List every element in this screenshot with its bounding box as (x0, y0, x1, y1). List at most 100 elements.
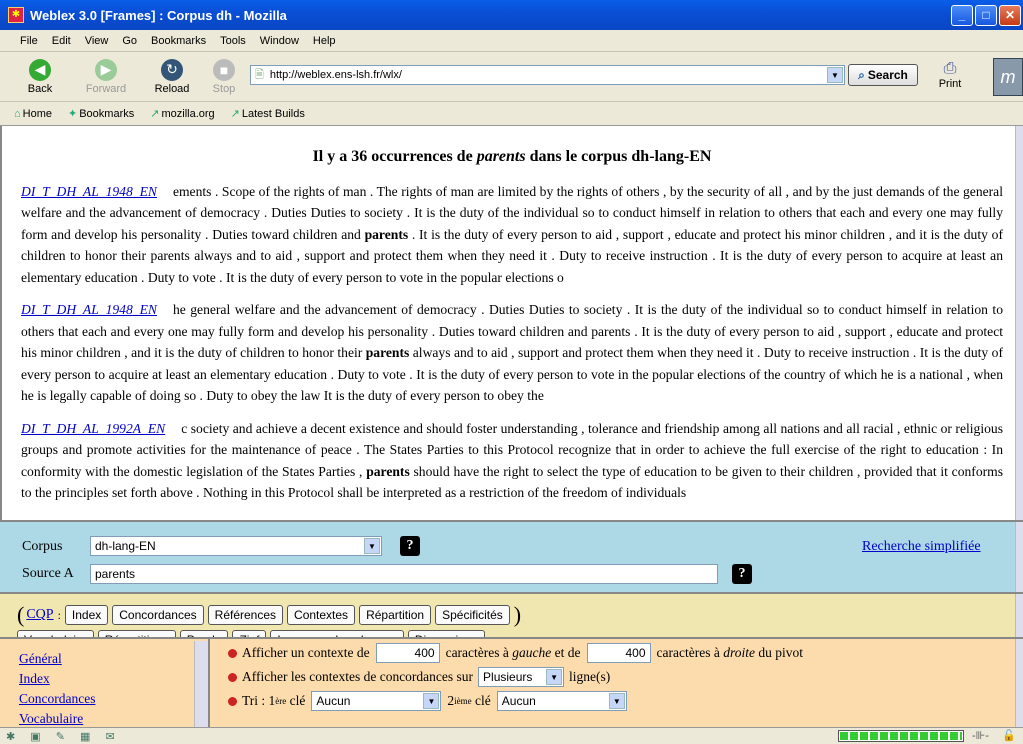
loading-progress-bar (838, 730, 964, 742)
open-paren: ( (17, 602, 25, 627)
mozilla-app-icon: ✱ (8, 7, 24, 23)
bullet-icon (228, 696, 237, 706)
connection-icon: -⊪- (972, 730, 989, 742)
status-bar: ✱ ▣ ✎ ▦ ✉ -⊪- 🔓 (0, 727, 1023, 744)
menu-bookmarks[interactable]: Bookmarks (151, 35, 206, 47)
forward-arrow-icon: ▶ (95, 58, 117, 81)
simple-search-link[interactable]: Recherche simplifiée (862, 539, 981, 555)
sort-option: Tri : 1 ère clé Aucun ▼ 2 ième clé Aucun ▼ (228, 691, 633, 711)
bookmarks-icon: ✦ (68, 108, 78, 120)
nav-index[interactable]: Index (19, 669, 208, 689)
bookmark-mozilla[interactable]: ↗ mozilla.org (150, 107, 222, 120)
results-heading: Il y a 36 occurrences de parents dans le… (312, 148, 712, 165)
back-arrow-icon: ◀ (29, 58, 51, 81)
specificites-button[interactable]: Spécificités (435, 605, 510, 625)
tools-scrollbar[interactable] (1015, 594, 1023, 637)
right-context-input[interactable]: 400 (586, 643, 651, 663)
reference-link[interactable]: DI_T_DH_AL_1992A_EN (21, 421, 165, 436)
bookmark-bookmarks[interactable]: ✦ Bookmarks (68, 107, 142, 120)
nav-general[interactable]: Général (19, 649, 208, 669)
lines-select[interactable]: Plusieurs ▼ (478, 667, 565, 687)
nav-vocabulaire[interactable]: Vocabulaire (19, 709, 208, 727)
maximize-button[interactable]: □ (975, 4, 997, 26)
menu-view[interactable]: View (85, 35, 109, 47)
print-button[interactable]: ⎙ Print (930, 60, 970, 90)
corpus-help-button[interactable]: ? (400, 536, 420, 556)
cqp-link[interactable]: CQP (26, 607, 53, 623)
progress-fill (840, 732, 962, 740)
reference-link[interactable]: DI_T_DH_AL_1948_EN (21, 184, 157, 199)
home-icon: ⌂ (14, 107, 21, 120)
url-field[interactable]: 🗎 http://weblex.ens-lsh.fr/wlx/ ▼ (250, 65, 845, 85)
chevron-down-icon: ▼ (546, 669, 563, 685)
chevron-down-icon: ▼ (364, 538, 380, 554)
reload-button[interactable]: ↻ Reload (146, 58, 198, 95)
url-dropdown-button[interactable]: ▼ (827, 67, 843, 83)
index-button[interactable]: Index (64, 605, 109, 625)
options-scrollbar[interactable] (1015, 639, 1023, 727)
references-button[interactable]: Références (207, 605, 284, 625)
bookmark-latest-builds[interactable]: ↗ Latest Builds (231, 107, 313, 120)
options-frame: Général Index Concordances Vocabulaire A… (0, 637, 1023, 727)
close-paren: ) (513, 602, 522, 627)
concordance-item: DI_T_DH_AL_1992A_EN c society and achieve… (21, 420, 1004, 501)
contextes-button[interactable]: Contextes (287, 605, 356, 625)
status-icons: ✱ ▣ ✎ ▦ ✉ (6, 730, 121, 743)
printer-icon: ⎙ (943, 60, 957, 77)
link-icon: ↗ (150, 108, 160, 120)
menu-bar: File Edit View Go Bookmarks Tools Window… (0, 30, 1023, 52)
menu-window[interactable]: Window (260, 35, 299, 47)
repartition-button[interactable]: Répartition (359, 605, 432, 625)
sort-key1-select[interactable]: Aucun ▼ (311, 691, 442, 711)
leftnav-scrollbar[interactable] (194, 641, 208, 727)
reload-icon: ↻ (161, 58, 183, 81)
back-button[interactable]: ◀ Back (14, 58, 66, 95)
source-label: Source A (22, 566, 74, 581)
search-button[interactable]: ⌕ Search (848, 64, 918, 86)
chevron-down-icon: ▼ (423, 693, 440, 709)
menu-go[interactable]: Go (122, 35, 137, 47)
tools-frame: ( CQP : Index Concordances Références Co… (0, 592, 1023, 650)
context-option: Afficher un contexte de 400 caractères à… (228, 643, 803, 663)
source-input[interactable]: parents (90, 564, 718, 584)
results-frame: Il y a 36 occurrences de parents dans le… (0, 126, 1023, 520)
menu-edit[interactable]: Edit (52, 35, 71, 47)
menu-tools[interactable]: Tools (220, 35, 246, 47)
left-context-input[interactable]: 400 (375, 643, 440, 663)
source-help-button[interactable]: ? (732, 564, 752, 584)
bullet-icon (228, 672, 237, 682)
left-navigation: Général Index Concordances Vocabulaire (0, 639, 210, 727)
concordances-button[interactable]: Concordances (112, 605, 204, 625)
sort-key2-select[interactable]: Aucun ▼ (496, 691, 627, 711)
results-scrollbar[interactable] (1015, 126, 1023, 520)
link-icon: ↗ (230, 108, 240, 120)
reference-link[interactable]: DI_T_DH_AL_1948_EN (21, 302, 157, 317)
forward-button[interactable]: ▶ Forward (80, 58, 132, 95)
chevron-down-icon: ▼ (608, 693, 625, 709)
close-button[interactable]: ✕ (999, 4, 1021, 26)
nav-concordances[interactable]: Concordances (19, 689, 208, 709)
minimize-button[interactable]: _ (951, 4, 973, 26)
security-lock-icon: 🔓 (1002, 730, 1016, 742)
concordance-item: DI_T_DH_AL_1948_EN ements . Scope of the … (21, 183, 1003, 285)
page-icon: 🗎 (255, 68, 264, 81)
menu-help[interactable]: Help (313, 35, 336, 47)
search-form-frame: Corpus dh-lang-EN ▼ ? Recherche simplifié… (0, 520, 1023, 592)
stop-icon: ■ (213, 58, 235, 81)
search-icon: ⌕ (858, 67, 865, 82)
stop-button[interactable]: ■ Stop (198, 58, 250, 95)
mozilla-logo: m (993, 58, 1023, 96)
navigation-toolbar: ◀ Back ▶ Forward ↻ Reload ■ Stop 🗎 http://web… (0, 52, 1023, 102)
tools-row: ( CQP : Index Concordances Références Co… (17, 602, 521, 628)
window-title: Weblex 3.0 [Frames] : Corpus dh - Mozill… (30, 7, 287, 23)
corpus-select[interactable]: dh-lang-EN ▼ (90, 536, 382, 556)
bookmark-home[interactable]: ⌂ Home (14, 108, 60, 120)
menu-file[interactable]: File (20, 35, 38, 47)
window-titlebar: ✱ Weblex 3.0 [Frames] : Corpus dh - Mozi… (0, 0, 1023, 30)
form-scrollbar[interactable] (1015, 522, 1023, 592)
colon: : (57, 607, 61, 622)
lines-option: Afficher les contextes de concordances s… (228, 667, 610, 687)
concordance-item: DI_T_DH_AL_1948_EN he general welfare and… (21, 302, 1003, 403)
corpus-label: Corpus (22, 539, 63, 554)
bookmarks-toolbar: ⌂ Home ✦ Bookmarks ↗ mozilla.org ↗ Latest Bu… (0, 102, 1023, 126)
